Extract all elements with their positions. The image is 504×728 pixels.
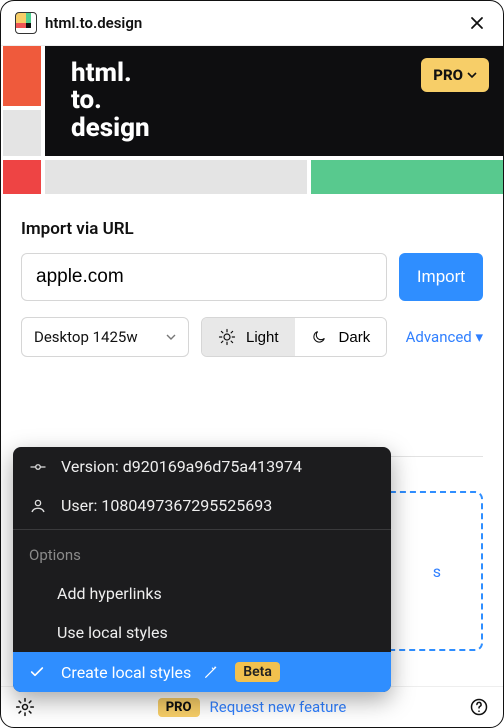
import-button[interactable]: Import [399,253,483,301]
commit-icon [29,458,49,476]
option-create-local-styles[interactable]: Create local styles Beta [13,652,391,692]
user-text: User: 1080497367295525693 [61,496,272,515]
viewport-select-label: Desktop 1425w [34,328,138,346]
hero-tile-gray-2 [45,160,307,194]
pro-pill: PRO [158,698,200,717]
app-title: html.to.design [45,14,142,32]
pro-label: PRO [433,66,463,84]
footer: PRO Request new feature [1,686,503,727]
hero-line-1: html. [71,60,150,87]
dropzone-hint: s [433,562,441,581]
viewport-select[interactable]: Desktop 1425w [21,317,189,357]
hero-tile-gray [3,110,41,156]
theme-dark-label: Dark [339,329,371,346]
option-create-local-styles-label: Create local styles [61,663,191,682]
option-use-local-styles[interactable]: Use local styles [13,613,391,652]
theme-segmented: Light Dark [201,317,387,357]
chevron-down-icon [166,332,176,342]
hero-line-2: to. [71,87,150,114]
option-add-hyperlinks-label: Add hyperlinks [57,584,162,603]
titlebar: html.to.design [1,1,503,46]
close-icon[interactable] [465,11,489,35]
help-icon[interactable] [469,697,489,717]
version-text: Version: d920169a96d75a413974 [61,457,302,476]
url-input[interactable] [21,253,387,301]
magic-wand-icon [203,664,223,680]
pro-dropdown[interactable]: PRO [421,58,489,92]
hero-tile-orange [3,46,41,106]
theme-light-label: Light [246,329,279,346]
chevron-down-icon [467,70,477,80]
check-icon [29,664,49,680]
options-header: Options [13,534,391,574]
popover-separator [13,529,391,530]
beta-badge: Beta [235,662,280,682]
hero-line-3: design [71,115,150,142]
import-section-label: Import via URL [21,219,483,239]
version-row: Version: d920169a96d75a413974 [13,447,391,486]
hero-tile-red [3,160,41,194]
advanced-toggle[interactable]: Advanced ▾ [406,328,483,346]
sun-icon [218,328,238,346]
hero-tile-green [311,160,503,194]
hero-banner: html. to. design PRO [1,46,503,201]
moon-icon [311,329,331,345]
theme-dark-button[interactable]: Dark [295,318,387,356]
user-row: User: 1080497367295525693 [13,486,391,525]
request-feature-link[interactable]: Request new feature [210,698,347,716]
gear-icon[interactable] [15,697,35,717]
hero-logo-text: html. to. design [45,60,150,142]
user-icon [29,497,49,515]
option-add-hyperlinks[interactable]: Add hyperlinks [13,574,391,613]
hero-tile-black: html. to. design PRO [45,46,503,156]
settings-popover: Version: d920169a96d75a413974 User: 1080… [13,447,391,692]
theme-light-button[interactable]: Light [202,318,295,356]
option-use-local-styles-label: Use local styles [57,623,168,642]
plugin-window: html.to.design html. to. design PRO [0,0,504,728]
app-icon [15,12,37,34]
